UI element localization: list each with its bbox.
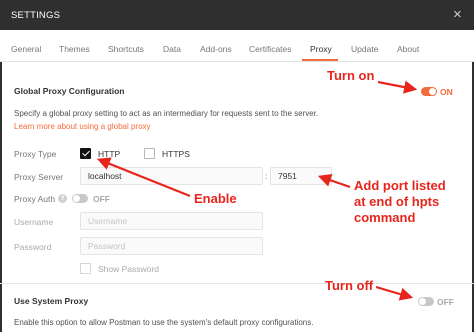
- toggle-knob: [73, 195, 80, 202]
- http-checkbox[interactable]: [80, 148, 91, 159]
- proxy-server-label: Proxy Server: [14, 172, 64, 182]
- system-proxy-title: Use System Proxy: [14, 296, 89, 306]
- section-divider: [0, 283, 474, 284]
- system-proxy-toggle[interactable]: [418, 297, 434, 306]
- tab-add-ons[interactable]: Add-ons: [200, 44, 232, 54]
- global-proxy-description: Specify a global proxy setting to act as…: [14, 109, 319, 118]
- window-title: SETTINGS: [11, 10, 61, 21]
- toggle-knob: [419, 298, 426, 305]
- server-port-separator: :: [265, 171, 268, 181]
- toggle-knob: [429, 88, 436, 95]
- help-icon[interactable]: ?: [58, 194, 67, 203]
- tab-proxy[interactable]: Proxy: [310, 44, 332, 54]
- system-proxy-toggle-state: OFF: [437, 297, 454, 307]
- annotation-turn-on: Turn on: [327, 68, 375, 83]
- password-input[interactable]: [80, 237, 263, 255]
- tab-about[interactable]: About: [397, 44, 419, 54]
- global-proxy-title: Global Proxy Configuration: [14, 86, 125, 96]
- tab-themes[interactable]: Themes: [59, 44, 90, 54]
- tab-shortcuts[interactable]: Shortcuts: [108, 44, 144, 54]
- settings-title-bar: SETTINGS ×: [0, 0, 474, 30]
- global-proxy-toggle[interactable]: [421, 87, 437, 96]
- show-password-label: Show Password: [98, 264, 159, 274]
- proxy-server-input[interactable]: [80, 167, 263, 185]
- proxy-auth-label: Proxy Auth: [14, 194, 56, 204]
- proxy-auth-toggle[interactable]: [72, 194, 88, 203]
- annotation-add-port-line-2: at end of hpts: [354, 194, 440, 209]
- username-input[interactable]: [80, 212, 263, 230]
- proxy-type-label: Proxy Type: [14, 149, 57, 159]
- active-tab-indicator: [302, 59, 338, 61]
- global-proxy-toggle-state: ON: [440, 87, 453, 97]
- tab-general[interactable]: General: [11, 44, 41, 54]
- show-password-checkbox[interactable]: [80, 263, 91, 274]
- annotation-enable: Enable: [194, 191, 237, 206]
- settings-tab-bar: General Themes Shortcuts Data Add-ons Ce…: [0, 30, 474, 62]
- tab-data[interactable]: Data: [163, 44, 181, 54]
- username-label: Username: [14, 217, 54, 227]
- tab-update[interactable]: Update: [351, 44, 378, 54]
- proxy-auth-toggle-state: OFF: [93, 194, 110, 204]
- system-proxy-description: Enable this option to allow Postman to u…: [14, 318, 314, 327]
- https-checkbox[interactable]: [144, 148, 155, 159]
- password-label: Password: [14, 242, 52, 252]
- learn-more-link[interactable]: Learn more about using a global proxy: [14, 122, 151, 131]
- close-icon[interactable]: ×: [453, 6, 462, 23]
- https-label: HTTPS: [162, 149, 190, 159]
- tab-certificates[interactable]: Certificates: [249, 44, 292, 54]
- annotation-turn-off: Turn off: [325, 278, 374, 293]
- annotation-add-port-line-1: Add port listed: [354, 178, 446, 193]
- http-label: HTTP: [98, 149, 121, 159]
- annotation-add-port-line-3: command: [354, 210, 416, 225]
- proxy-port-input[interactable]: [270, 167, 332, 185]
